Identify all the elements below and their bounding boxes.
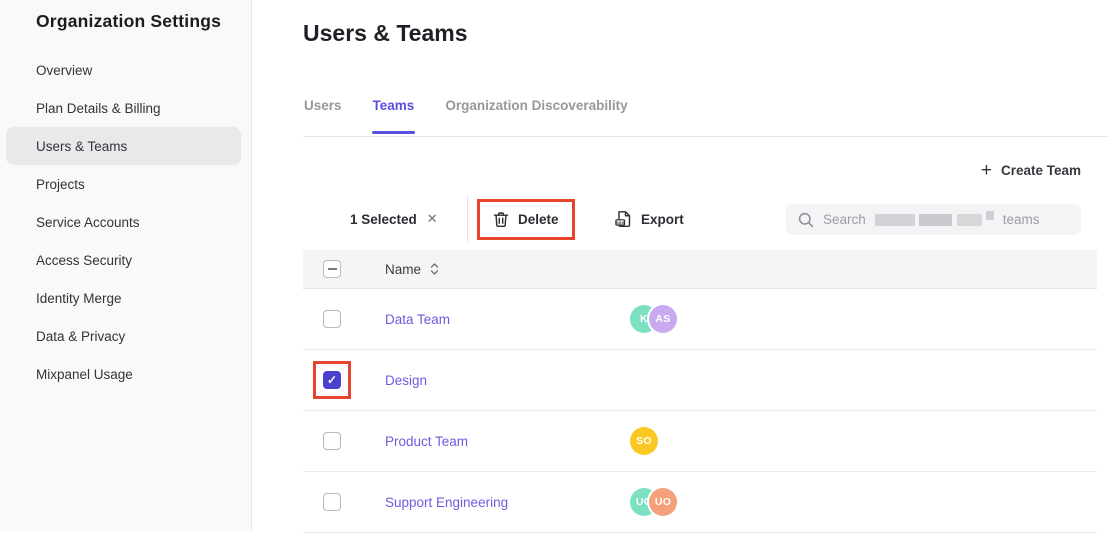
team-name-link[interactable]: Data Team xyxy=(385,312,450,327)
sidebar-item-overview[interactable]: Overview xyxy=(6,51,241,89)
sidebar-item-label: Data & Privacy xyxy=(36,329,125,344)
sidebar-title: Organization Settings xyxy=(0,0,251,32)
sort-icon[interactable] xyxy=(430,263,439,275)
clear-selection-icon[interactable]: ✕ xyxy=(427,211,438,227)
team-name-link[interactable]: Design xyxy=(385,373,427,388)
checkbox-cell xyxy=(303,432,361,450)
sidebar-item-label: Service Accounts xyxy=(36,215,140,230)
row-checkbox[interactable] xyxy=(323,310,341,328)
sidebar-item-service-accounts[interactable]: Service Accounts xyxy=(6,203,241,241)
delete-label: Delete xyxy=(518,212,559,227)
member-avatars: SO xyxy=(630,427,658,455)
table-row: Support Engineering UOUO xyxy=(303,472,1097,533)
name-column-header: Name xyxy=(385,262,421,277)
checkbox-cell xyxy=(303,310,361,328)
sidebar-item-data-privacy[interactable]: Data & Privacy xyxy=(6,317,241,355)
export-button[interactable]: csv Export xyxy=(602,203,697,235)
member-avatars: UOUO xyxy=(630,488,677,516)
teams-table: Name Data Team KAS Design Product Team SO Sup… xyxy=(303,250,1097,533)
sidebar-nav: Overview Plan Details & Billing Users & Te… xyxy=(6,51,241,393)
toolbar-divider xyxy=(467,196,468,242)
tab-teams[interactable]: Teams xyxy=(372,98,416,136)
select-all-checkbox[interactable] xyxy=(323,260,341,278)
export-label: Export xyxy=(641,212,684,227)
sidebar-item-projects[interactable]: Projects xyxy=(6,165,241,203)
sidebar-item-label: Projects xyxy=(36,177,85,192)
sidebar-item-identity-merge[interactable]: Identity Merge xyxy=(6,279,241,317)
table-row: Product Team SO xyxy=(303,411,1097,472)
tab-bar: Users Teams Organization Discoverability xyxy=(303,92,1108,137)
team-name-link[interactable]: Product Team xyxy=(385,434,468,449)
search-icon xyxy=(798,212,814,228)
member-avatar: AS xyxy=(649,305,677,333)
sidebar-item-label: Mixpanel Usage xyxy=(36,367,133,382)
table-body: Data Team KAS Design Product Team SO Support … xyxy=(303,289,1097,533)
tab-users[interactable]: Users xyxy=(303,98,343,136)
sidebar-item-label: Users & Teams xyxy=(36,139,127,154)
delete-annotation-box: Delete xyxy=(477,199,575,240)
member-avatars: KAS xyxy=(630,305,677,333)
team-name-cell: Support Engineering xyxy=(361,495,630,510)
member-avatar: SO xyxy=(630,427,658,455)
row-checkbox[interactable] xyxy=(323,371,341,389)
tab-organization-discoverability[interactable]: Organization Discoverability xyxy=(444,98,628,136)
trash-icon xyxy=(493,211,509,228)
sidebar-item-access-security[interactable]: Access Security xyxy=(6,241,241,279)
member-avatar: UO xyxy=(649,488,677,516)
plus-icon: + xyxy=(981,164,992,178)
checkbox-cell xyxy=(303,371,361,389)
row-checkbox[interactable] xyxy=(323,493,341,511)
sidebar-item-mixpanel-usage[interactable]: Mixpanel Usage xyxy=(6,355,241,393)
create-team-label: Create Team xyxy=(1001,163,1081,178)
sidebar-item-label: Plan Details & Billing xyxy=(36,101,161,116)
create-team-button[interactable]: + Create Team xyxy=(981,163,1081,178)
team-name-cell: Data Team xyxy=(361,312,630,327)
main-content: Users & Teams Users Teams Organization Dis… xyxy=(252,0,1108,531)
sidebar-item-users-teams[interactable]: Users & Teams xyxy=(6,127,241,165)
table-row: Design xyxy=(303,350,1097,411)
svg-text:csv: csv xyxy=(616,220,624,225)
search-input[interactable]: Search teams xyxy=(786,204,1081,235)
sidebar-item-label: Overview xyxy=(36,63,92,78)
sidebar: Organization Settings Overview Plan Detai… xyxy=(0,0,252,531)
team-name-link[interactable]: Support Engineering xyxy=(385,495,508,510)
redacted-text xyxy=(875,211,994,229)
table-row: Data Team KAS xyxy=(303,289,1097,350)
sidebar-item-plan-details-billing[interactable]: Plan Details & Billing xyxy=(6,89,241,127)
row-checkbox[interactable] xyxy=(323,432,341,450)
checkbox-cell xyxy=(303,493,361,511)
table-header-row: Name xyxy=(303,250,1097,289)
page-title: Users & Teams xyxy=(303,20,468,47)
sidebar-item-label: Identity Merge xyxy=(36,291,122,306)
csv-file-icon: csv xyxy=(615,210,632,228)
search-placeholder-prefix: Search xyxy=(823,212,866,227)
team-name-cell: Design xyxy=(361,373,630,388)
sidebar-item-label: Access Security xyxy=(36,253,132,268)
team-name-cell: Product Team xyxy=(361,434,630,449)
search-placeholder-suffix: teams xyxy=(1003,212,1040,227)
checkbox-annotation-box xyxy=(313,361,351,399)
selection-info: 1 Selected ✕ xyxy=(350,211,438,227)
delete-button[interactable]: Delete xyxy=(480,202,572,237)
selected-count: 1 Selected xyxy=(350,212,417,227)
